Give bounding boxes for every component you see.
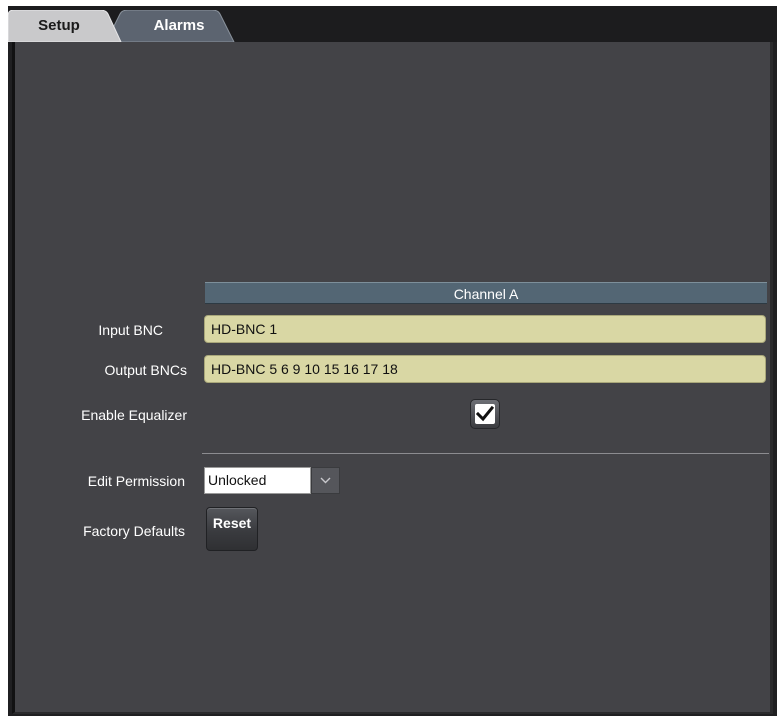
enable-equalizer-label: Enable Equalizer: [81, 407, 187, 423]
edit-permission-select[interactable]: Unlocked: [204, 467, 340, 494]
tab-alarms-label: Alarms: [153, 17, 205, 34]
tab-setup[interactable]: Setup: [8, 10, 122, 42]
input-bnc-label: Input BNC: [98, 322, 163, 338]
check-icon: [475, 405, 495, 422]
reset-button[interactable]: Reset: [206, 507, 258, 551]
section-divider: [202, 453, 769, 454]
edit-permission-value: Unlocked: [204, 467, 311, 494]
tab-bar: Alarms Setup: [8, 6, 777, 42]
output-bncs-field[interactable]: HD-BNC 5 6 9 10 15 16 17 18: [204, 355, 766, 383]
channel-header: Channel A: [205, 282, 767, 304]
app-window: Alarms Setup Channel A Input BNC HD-BNC …: [8, 6, 777, 716]
input-bnc-field[interactable]: HD-BNC 1: [204, 315, 766, 343]
factory-defaults-label: Factory Defaults: [83, 523, 185, 539]
checkbox-face: [475, 404, 495, 424]
enable-equalizer-checkbox[interactable]: [470, 399, 500, 429]
tab-alarms[interactable]: Alarms: [106, 10, 236, 42]
edit-permission-label: Edit Permission: [87, 473, 185, 489]
dropdown-arrow-button[interactable]: [311, 467, 340, 494]
chevron-down-icon: [320, 477, 331, 484]
tab-setup-label: Setup: [38, 17, 80, 34]
output-bncs-label: Output BNCs: [104, 362, 187, 378]
